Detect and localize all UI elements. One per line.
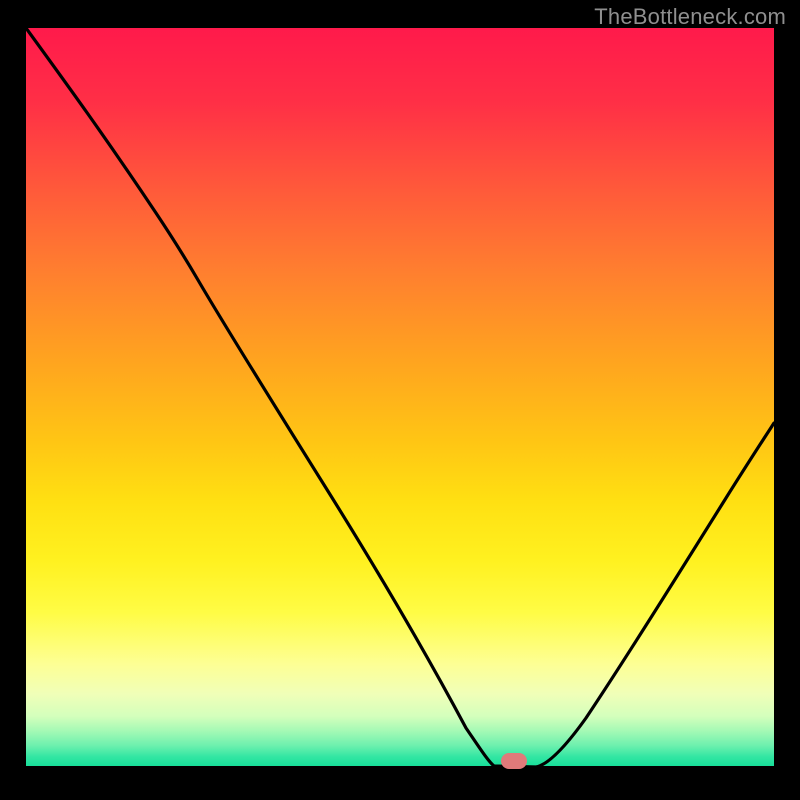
- plot-area: [26, 28, 774, 768]
- chart-frame: TheBottleneck.com: [0, 0, 800, 800]
- bottleneck-curve: [26, 28, 774, 768]
- watermark-text: TheBottleneck.com: [594, 4, 786, 30]
- bottleneck-marker: [501, 753, 527, 769]
